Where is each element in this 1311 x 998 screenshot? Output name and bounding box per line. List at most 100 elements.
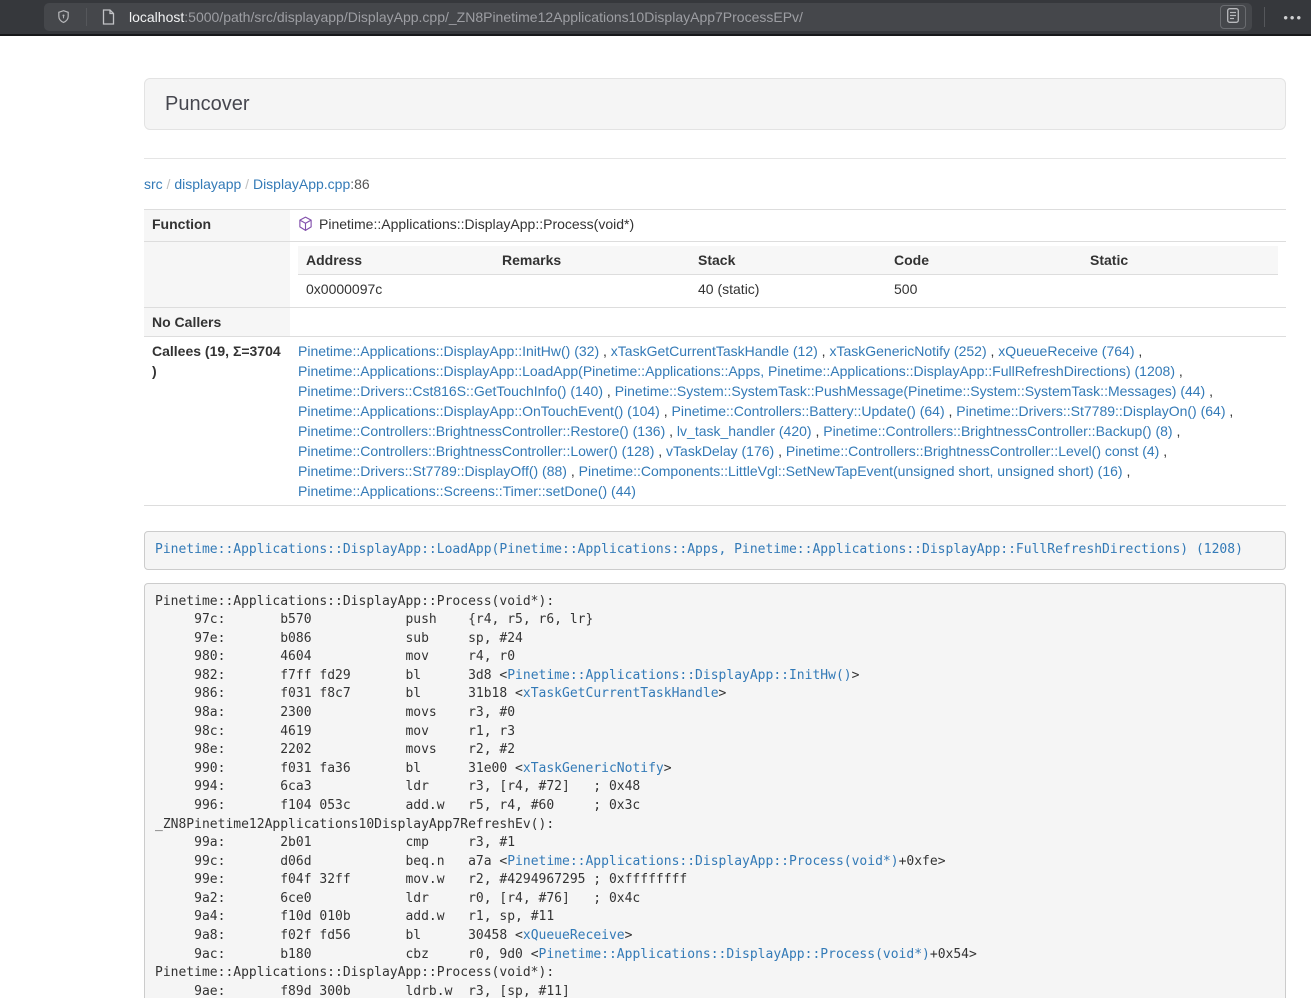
breadcrumb-link[interactable]: DisplayApp.cpp: [253, 176, 350, 192]
code-line: 982: f7ff fd29 bl 3d8 <Pinetime::Applica…: [155, 668, 859, 683]
callee-link[interactable]: Pinetime::Controllers::BrightnessControl…: [298, 423, 665, 439]
code-line: 97c: b570 push {r4, r5, r6, lr}: [155, 612, 593, 627]
callee-link[interactable]: Pinetime::Controllers::BrightnessControl…: [823, 423, 1172, 439]
breadcrumb-link[interactable]: displayapp: [174, 176, 241, 192]
code-line: 980: 4604 mov r4, r0: [155, 649, 515, 664]
callee-highlight: Pinetime::Applications::DisplayApp::Load…: [144, 531, 1286, 570]
callee-link[interactable]: Pinetime::Drivers::St7789::DisplayOn() (…: [956, 403, 1225, 419]
callee-link[interactable]: Pinetime::Controllers::BrightnessControl…: [298, 443, 654, 459]
ellipsis-icon: •••: [1283, 10, 1303, 25]
url-bar-divider: [86, 8, 87, 26]
code-symbol-link[interactable]: xTaskGenericNotify: [523, 761, 664, 776]
toolbar-divider: [1264, 7, 1265, 27]
callee-link[interactable]: Pinetime::Applications::DisplayApp::Load…: [298, 363, 1175, 379]
callee-separator: ,: [1159, 443, 1167, 459]
callee-separator: ,: [1173, 423, 1181, 439]
callees-label: Callees (19, Σ=3704 ): [144, 337, 290, 506]
code-line: 9ac: b180 cbz r0, 9d0 <Pinetime::Applica…: [155, 947, 977, 962]
callee-highlight-link[interactable]: Pinetime::Applications::DisplayApp::Load…: [155, 542, 1243, 557]
code-symbol-link[interactable]: Pinetime::Applications::DisplayApp::Proc…: [539, 947, 930, 962]
code-line: 9a8: f02f fd56 bl 30458 <xQueueReceive>: [155, 928, 632, 943]
callee-link[interactable]: lv_task_handler (420): [677, 423, 812, 439]
code-line: 97e: b086 sub sp, #24: [155, 631, 523, 646]
callee-separator: ,: [603, 383, 615, 399]
callee-separator: ,: [774, 443, 786, 459]
callee-link[interactable]: Pinetime::Applications::DisplayApp::Init…: [298, 343, 599, 359]
callee-separator: ,: [1175, 363, 1183, 379]
callee-link[interactable]: Pinetime::Components::LittleVgl::SetNewT…: [579, 463, 1123, 479]
breadcrumb-separator: /: [163, 176, 175, 192]
no-callers-label: No Callers: [144, 308, 290, 337]
url-path: :5000/path/src/displayapp/DisplayApp.cpp…: [184, 9, 803, 25]
callee-link[interactable]: Pinetime::Controllers::BrightnessControl…: [786, 443, 1159, 459]
no-callers-row: No Callers: [144, 308, 1286, 337]
code-line: 9a4: f10d 010b add.w r1, sp, #11: [155, 909, 554, 924]
breadcrumb-line-number: :86: [350, 176, 369, 192]
function-label: Function: [144, 210, 290, 242]
code-symbol-link[interactable]: Pinetime::Applications::DisplayApp::Init…: [507, 668, 851, 683]
code-symbol-link[interactable]: Pinetime::Applications::DisplayApp::Proc…: [507, 854, 898, 869]
column-header: Remarks: [494, 246, 690, 275]
disassembly: Pinetime::Applications::DisplayApp::Proc…: [144, 583, 1286, 998]
column-header: Code: [886, 246, 1082, 275]
callee-separator: ,: [599, 343, 611, 359]
callee-separator: ,: [1226, 403, 1234, 419]
code-line: 990: f031 fa36 bl 31e00 <xTaskGenericNot…: [155, 761, 672, 776]
package-icon: [298, 216, 313, 237]
code-line: 98a: 2300 movs r3, #0: [155, 705, 515, 720]
code-symbol-link[interactable]: xTaskGetCurrentTaskHandle: [523, 686, 719, 701]
callee-separator: ,: [1123, 463, 1131, 479]
breadcrumb: src / displayapp / DisplayApp.cpp:86: [144, 174, 1286, 194]
breadcrumb-link[interactable]: src: [144, 176, 163, 192]
callee-link[interactable]: Pinetime::Drivers::St7789::DisplayOff() …: [298, 463, 567, 479]
callee-link[interactable]: Pinetime::Drivers::Cst816S::GetTouchInfo…: [298, 383, 603, 399]
reader-mode-button[interactable]: [1220, 5, 1246, 29]
callee-link[interactable]: Pinetime::Applications::DisplayApp::OnTo…: [298, 403, 660, 419]
callee-link[interactable]: Pinetime::Applications::Screens::Timer::…: [298, 483, 636, 499]
page-document-icon: [96, 9, 121, 25]
page-title: Puncover: [165, 93, 250, 116]
url-text: localhost:5000/path/src/displayapp/Displ…: [129, 9, 1220, 25]
callee-link[interactable]: xTaskGenericNotify (252): [829, 343, 986, 359]
code-symbol-link[interactable]: xQueueReceive: [523, 928, 625, 943]
divider: [144, 158, 1286, 159]
function-name: Pinetime::Applications::DisplayApp::Proc…: [319, 216, 634, 232]
metric-cell: 500: [886, 275, 1082, 304]
callee-link[interactable]: Pinetime::System::SystemTask::PushMessag…: [615, 383, 1206, 399]
page-content: Puncover src / displayapp / DisplayApp.c…: [144, 78, 1286, 998]
callee-separator: ,: [818, 343, 830, 359]
metric-cell: 0x0000097c: [298, 275, 494, 304]
code-line: 99a: 2b01 cmp r3, #1: [155, 835, 515, 850]
callee-link[interactable]: xTaskGetCurrentTaskHandle (12): [611, 343, 818, 359]
code-line: 996: f104 053c add.w r5, r4, #60 ; 0x3c: [155, 798, 640, 813]
code-line: 9ae: f89d 300b ldrb.w r3, [sp, #11]: [155, 984, 570, 998]
breadcrumb-separator: /: [241, 176, 253, 192]
code-line: Pinetime::Applications::DisplayApp::Proc…: [155, 965, 554, 980]
code-line: 99e: f04f 32ff mov.w r2, #4294967295 ; 0…: [155, 872, 687, 887]
callee-link[interactable]: Pinetime::Controllers::Battery::Update()…: [672, 403, 945, 419]
callees-list: Pinetime::Applications::DisplayApp::Init…: [290, 337, 1286, 506]
callee-separator: ,: [1205, 383, 1213, 399]
reader-mode-icon: [1227, 8, 1239, 26]
metric-cell: 40 (static): [690, 275, 886, 304]
code-line: Pinetime::Applications::DisplayApp::Proc…: [155, 594, 554, 609]
menu-button[interactable]: •••: [1275, 6, 1311, 29]
callee-separator: ,: [987, 343, 999, 359]
code-line: 994: 6ca3 ldr r3, [r4, #72] ; 0x48: [155, 779, 640, 794]
callee-link[interactable]: xQueueReceive (764): [998, 343, 1134, 359]
callee-link[interactable]: vTaskDelay (176): [666, 443, 774, 459]
url-bar[interactable]: localhost:5000/path/src/displayapp/Displ…: [44, 3, 1252, 31]
function-table: Function Pinetime::Applications::Display…: [144, 209, 1286, 506]
metric-cell: [494, 275, 690, 304]
code-line: 99c: d06d beq.n a7a <Pinetime::Applicati…: [155, 854, 946, 869]
url-host: localhost: [129, 9, 184, 25]
callees-row: Callees (19, Σ=3704 ) Pinetime::Applicat…: [144, 337, 1286, 506]
metric-cell: [1082, 275, 1278, 304]
callee-separator: ,: [812, 423, 824, 439]
security-shield-icon[interactable]: [50, 9, 77, 25]
function-row: Function Pinetime::Applications::Display…: [144, 210, 1286, 242]
column-header: Address: [298, 246, 494, 275]
code-line: 98c: 4619 mov r1, r3: [155, 724, 515, 739]
code-line: 9a2: 6ce0 ldr r0, [r4, #76] ; 0x4c: [155, 891, 640, 906]
table-row: 0x0000097c 40 (static)500: [298, 275, 1278, 304]
